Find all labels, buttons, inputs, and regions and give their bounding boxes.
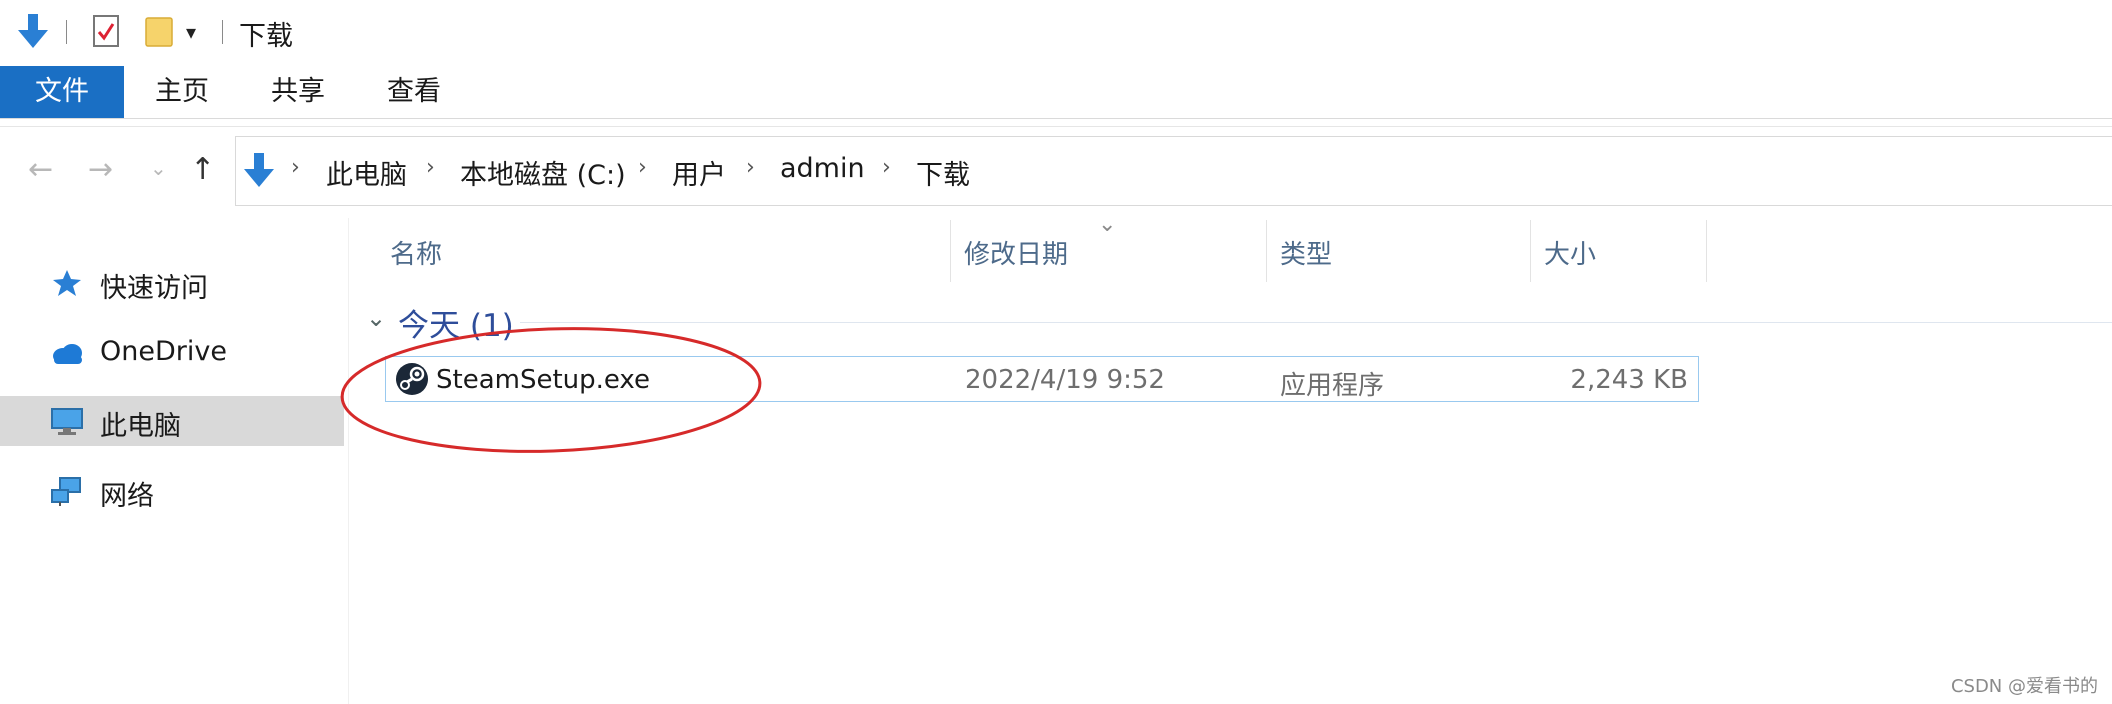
ribbon-divider	[0, 118, 2112, 119]
column-divider[interactable]	[1706, 220, 1707, 282]
breadcrumb-chevron-icon[interactable]: ›	[291, 155, 300, 180]
breadcrumb-users[interactable]: 用户	[672, 153, 726, 192]
customize-qat-dropdown-icon[interactable]: ▾	[186, 20, 196, 44]
tab-share[interactable]: 共享	[256, 66, 340, 118]
monitor-icon	[51, 408, 83, 435]
annotation-ellipse	[340, 327, 762, 453]
network-icon	[51, 477, 81, 506]
nav-item-label: 此电脑	[100, 411, 181, 442]
properties-icon[interactable]	[92, 14, 120, 48]
column-divider[interactable]	[950, 220, 951, 282]
tab-home[interactable]: 主页	[140, 66, 224, 118]
forward-arrow-icon[interactable]: →	[88, 152, 113, 187]
recent-locations-icon[interactable]: ⌄	[150, 156, 167, 180]
quick-access-toolbar: ▾ 下载	[0, 0, 300, 60]
nav-item-label: OneDrive	[100, 336, 227, 367]
window-title: 下载	[239, 21, 293, 52]
breadcrumb-chevron-icon[interactable]: ›	[426, 155, 435, 180]
qat-separator	[66, 20, 67, 44]
group-divider	[520, 322, 2112, 323]
breadcrumb-chevron-icon[interactable]: ›	[638, 155, 647, 180]
cloud-icon	[53, 344, 82, 364]
address-bar[interactable]: › 此电脑 › 本地磁盘 (C:) › 用户 › admin › 下载	[235, 136, 2112, 206]
file-type: 应用程序	[1280, 371, 1385, 401]
nav-item-onedrive[interactable]: OneDrive	[0, 328, 344, 378]
ribbon-divider	[0, 126, 2112, 127]
nav-item-label: 网络	[100, 481, 154, 512]
column-header-name[interactable]: 名称	[390, 234, 442, 271]
pane-splitter[interactable]	[348, 218, 349, 704]
breadcrumb-this-pc[interactable]: 此电脑	[326, 153, 407, 192]
new-folder-icon[interactable]	[144, 14, 174, 48]
column-divider[interactable]	[1266, 220, 1267, 282]
breadcrumb-chevron-icon[interactable]: ›	[882, 155, 891, 180]
breadcrumb-local-disk[interactable]: 本地磁盘 (C:)	[460, 153, 626, 192]
ribbon-tabs: 文件 主页 共享 查看	[0, 66, 2112, 118]
column-header-date[interactable]: 修改日期	[964, 234, 1068, 271]
back-arrow-icon[interactable]: ←	[28, 152, 53, 187]
column-header-size[interactable]: 大小	[1544, 234, 1596, 271]
column-divider[interactable]	[1530, 220, 1531, 282]
nav-item-this-pc[interactable]: 此电脑	[0, 396, 344, 446]
download-arrow-icon[interactable]	[16, 12, 50, 50]
nav-item-label: 快速访问	[100, 273, 208, 304]
watermark: CSDN @爱看书的	[1950, 676, 2098, 697]
breadcrumb-downloads[interactable]: 下载	[916, 153, 970, 192]
navigation-pane: 快速访问 OneDrive 此电脑 网络	[0, 210, 348, 704]
nav-item-network[interactable]: 网络	[0, 466, 344, 516]
qat-separator	[222, 20, 223, 44]
tab-view[interactable]: 查看	[372, 66, 456, 118]
star-icon	[53, 270, 81, 296]
downloads-location-icon	[244, 153, 274, 187]
tab-file[interactable]: 文件	[0, 66, 124, 118]
column-header-type[interactable]: 类型	[1280, 234, 1332, 271]
up-arrow-icon[interactable]: ↑	[190, 152, 215, 187]
sort-chevron-icon: ⌄	[1098, 212, 1117, 237]
file-date: 2022/4/19 9:52	[965, 365, 1165, 395]
nav-item-quick-access[interactable]: 快速访问	[0, 258, 344, 308]
file-size: 2,243 KB	[1570, 365, 1688, 395]
breadcrumb-chevron-icon[interactable]: ›	[746, 155, 755, 180]
breadcrumb-admin[interactable]: admin	[780, 153, 865, 184]
